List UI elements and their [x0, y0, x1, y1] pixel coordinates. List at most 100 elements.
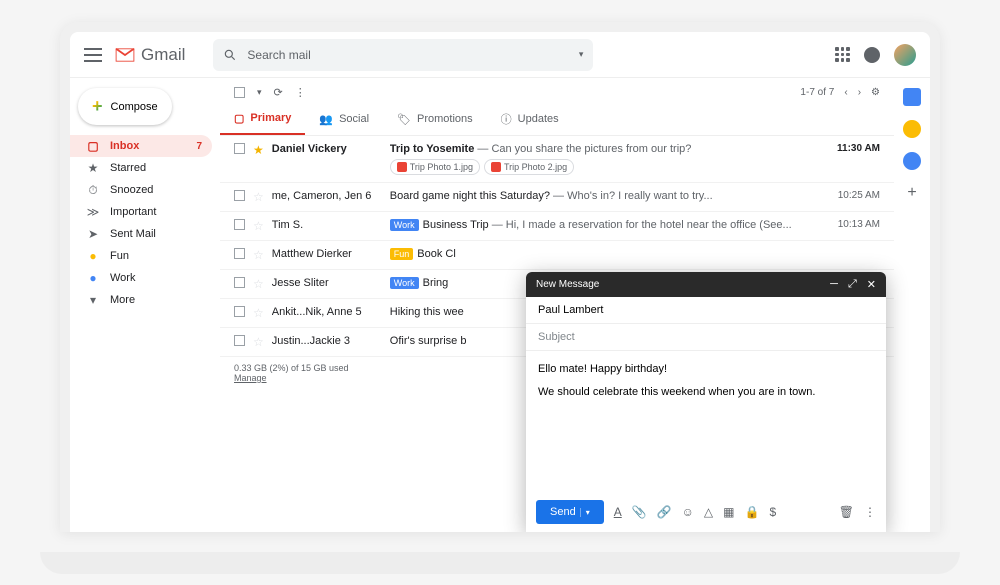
subject: Hiking this wee — [390, 306, 464, 318]
star-icon[interactable]: ★ — [253, 143, 264, 157]
next-page-icon[interactable]: › — [858, 87, 861, 98]
subject: Bring — [423, 277, 449, 289]
insert-money-icon[interactable]: $ — [769, 505, 776, 519]
sidebar: + Compose ▢Inbox7★Starred⏱Snoozed≫Import… — [70, 78, 220, 532]
row-checkbox[interactable] — [234, 335, 245, 346]
pagination-range: 1-7 of 7 — [800, 87, 834, 98]
hamburger-menu-icon[interactable] — [84, 48, 102, 62]
nav-icon: ⏱ — [86, 183, 100, 197]
star-icon[interactable]: ☆ — [253, 219, 264, 233]
sidebar-item-inbox[interactable]: ▢Inbox7 — [70, 135, 212, 157]
row-checkbox[interactable] — [234, 277, 245, 288]
row-checkbox[interactable] — [234, 143, 245, 154]
more-options-icon[interactable]: ⋮ — [864, 505, 876, 519]
compose-body[interactable]: Ello mate! Happy birthday! We should cel… — [526, 351, 886, 492]
sender: Daniel Vickery — [272, 143, 382, 155]
fullscreen-icon[interactable]: ⤢ — [848, 278, 857, 291]
subject: Board game night this Saturday? — [390, 190, 550, 202]
prev-page-icon[interactable]: ‹ — [844, 87, 847, 98]
compose-window: New Message ─ ⤢ ✕ Paul Lambert Subject E… — [526, 272, 886, 532]
sidebar-item-fun[interactable]: ●Fun — [70, 245, 212, 267]
refresh-icon[interactable]: ⟳ — [274, 86, 283, 99]
select-dropdown-icon[interactable]: ▾ — [257, 87, 262, 98]
close-icon[interactable]: ✕ — [867, 278, 876, 291]
subject: Trip to Yosemite — [390, 143, 475, 155]
tab-updates[interactable]: ⓘUpdates — [487, 103, 573, 135]
tab-icon: 🏷 — [397, 113, 411, 126]
tab-primary[interactable]: ▢Primary — [220, 103, 305, 135]
send-button[interactable]: Send▾ — [536, 500, 604, 524]
subject: Ofir's surprise b — [390, 335, 467, 347]
tab-icon: 👥 — [319, 113, 333, 126]
sidebar-item-snoozed[interactable]: ⏱Snoozed — [70, 179, 212, 201]
app-name: Gmail — [141, 45, 185, 65]
search-icon — [223, 48, 237, 62]
timestamp: 11:30 AM — [837, 143, 880, 154]
storage-used: 0.33 GB (2%) of 15 GB used — [234, 363, 349, 373]
star-icon[interactable]: ☆ — [253, 277, 264, 291]
more-actions-icon[interactable]: ⋮ — [295, 86, 306, 99]
recipient-field[interactable]: Paul Lambert — [526, 297, 886, 324]
confidential-mode-icon[interactable]: 🔒 — [744, 505, 759, 519]
insert-drive-icon[interactable]: △ — [704, 505, 713, 519]
sender: Matthew Dierker — [272, 248, 382, 260]
email-row[interactable]: ☆ Matthew Dierker FunBook Cl — [220, 241, 894, 270]
settings-gear-icon[interactable]: ⚙ — [871, 87, 880, 98]
search-options-icon[interactable]: ▾ — [579, 49, 584, 60]
subject: Book Cl — [417, 248, 456, 260]
minimize-icon[interactable]: ─ — [830, 278, 838, 291]
row-checkbox[interactable] — [234, 248, 245, 259]
keep-addon-icon[interactable] — [903, 120, 921, 138]
row-checkbox[interactable] — [234, 190, 245, 201]
calendar-addon-icon[interactable] — [903, 88, 921, 106]
star-icon[interactable]: ☆ — [253, 248, 264, 262]
main-panel: ▾ ⟳ ⋮ 1-7 of 7 ‹ › ⚙ ▢Primary👥Social🏷Pro… — [220, 78, 894, 532]
select-all-checkbox[interactable] — [234, 87, 245, 98]
category-label: Fun — [390, 248, 414, 260]
sidebar-item-important[interactable]: ≫Important — [70, 201, 212, 223]
sidebar-item-work[interactable]: ●Work — [70, 267, 212, 289]
sidebar-item-sent-mail[interactable]: ➤Sent Mail — [70, 223, 212, 245]
category-label: Work — [390, 219, 419, 231]
sender: Ankit...Nik, Anne 5 — [272, 306, 382, 318]
nav-icon: ▢ — [86, 139, 100, 153]
discard-draft-icon[interactable]: 🗑 — [839, 505, 854, 519]
attachment-chip[interactable]: Trip Photo 1.jpg — [390, 159, 480, 175]
insert-emoji-icon[interactable]: ☺ — [682, 505, 694, 519]
tab-icon: ▢ — [234, 112, 244, 125]
sender: Justin...Jackie 3 — [272, 335, 382, 347]
notifications-icon[interactable] — [864, 47, 880, 63]
insert-link-icon[interactable]: 🔗 — [657, 505, 672, 519]
attach-file-icon[interactable]: 📎 — [632, 505, 647, 519]
tab-social[interactable]: 👥Social — [305, 103, 383, 135]
search-input[interactable]: Search mail ▾ — [213, 39, 593, 71]
tasks-addon-icon[interactable] — [903, 152, 921, 170]
compose-button[interactable]: + Compose — [78, 88, 172, 125]
timestamp: 10:25 AM — [838, 190, 880, 201]
star-icon[interactable]: ☆ — [253, 335, 264, 349]
star-icon[interactable]: ☆ — [253, 306, 264, 320]
email-row[interactable]: ☆ Tim S. WorkBusiness Trip — Hi, I made … — [220, 212, 894, 241]
compose-label: Compose — [111, 101, 158, 113]
subject-field[interactable]: Subject — [526, 324, 886, 351]
search-placeholder: Search mail — [247, 48, 310, 62]
sidebar-item-starred[interactable]: ★Starred — [70, 157, 212, 179]
row-checkbox[interactable] — [234, 306, 245, 317]
sidebar-item-more[interactable]: ▾More — [70, 289, 212, 311]
attachment-chip[interactable]: Trip Photo 2.jpg — [484, 159, 574, 175]
subject: Business Trip — [423, 219, 489, 231]
star-icon[interactable]: ☆ — [253, 190, 264, 204]
insert-photo-icon[interactable]: ▦ — [723, 505, 734, 519]
plus-icon: + — [92, 96, 103, 117]
gmail-logo[interactable]: Gmail — [114, 45, 185, 65]
side-rail: + — [894, 78, 930, 532]
email-row[interactable]: ☆ me, Cameron, Jen 6 Board game night th… — [220, 183, 894, 212]
google-apps-icon[interactable] — [835, 47, 850, 62]
email-row[interactable]: ★ Daniel Vickery Trip to Yosemite — Can … — [220, 136, 894, 183]
tab-promotions[interactable]: 🏷Promotions — [383, 103, 487, 135]
formatting-icon[interactable]: A — [614, 505, 622, 519]
get-addons-icon[interactable]: + — [907, 184, 916, 202]
category-label: Work — [390, 277, 419, 289]
account-avatar[interactable] — [894, 44, 916, 66]
row-checkbox[interactable] — [234, 219, 245, 230]
